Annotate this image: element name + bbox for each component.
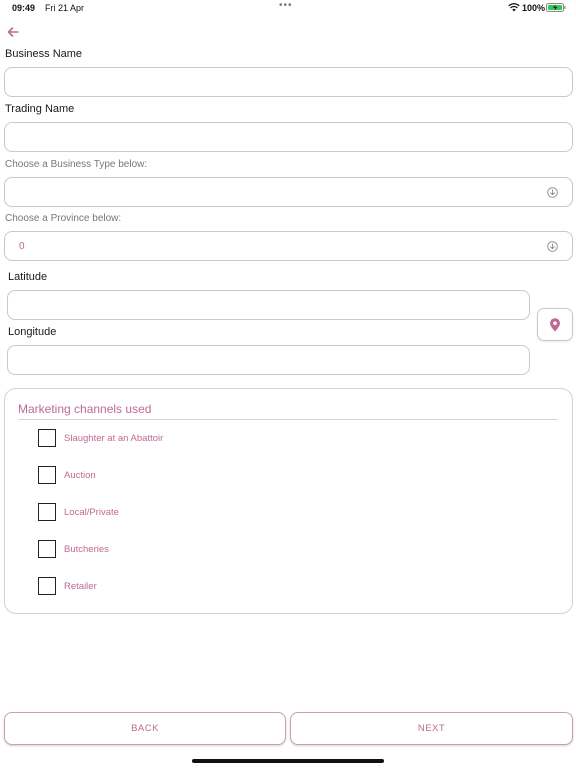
business-type-label: Choose a Business Type below: [5,159,148,170]
checkbox-label: Retailer [64,580,97,592]
latitude-input[interactable] [7,290,530,320]
battery-charging-icon [546,3,566,12]
chevron-down-circle-icon [547,240,558,252]
checkbox-row-auction[interactable]: Auction [38,466,96,484]
checkbox-label: Butcheries [64,543,109,555]
battery-percentage: 100% [522,3,546,13]
home-indicator[interactable] [192,759,384,763]
back-arrow-icon[interactable] [6,25,20,39]
checkbox-row-butcheries[interactable]: Butcheries [38,540,109,558]
status-date: Fri 21 Apr [45,3,85,13]
trading-name-input[interactable] [4,122,573,152]
business-type-select[interactable] [4,177,573,207]
checkbox-label: Slaughter at an Abattoir [64,432,164,444]
checkbox-label: Auction [64,469,96,481]
card-divider [18,419,558,420]
marketing-channels-title: Marketing channels used [18,402,152,416]
trading-name-label: Trading Name [5,103,75,115]
checkbox-row-local-private[interactable]: Local/Private [38,503,119,521]
longitude-input[interactable] [7,345,530,375]
multitasking-dots-icon[interactable]: ••• [279,0,293,11]
checkbox-row-abattoir[interactable]: Slaughter at an Abattoir [38,429,163,447]
business-name-input[interactable] [4,67,573,97]
checkbox[interactable] [38,429,56,447]
checkbox[interactable] [38,577,56,595]
province-value: 0 [19,240,25,252]
province-select[interactable]: 0 [4,231,573,261]
checkbox-row-retailer[interactable]: Retailer [38,577,97,595]
wifi-icon [508,3,520,12]
longitude-label: Longitude [8,326,57,338]
back-button[interactable]: BACK [4,712,286,745]
latitude-label: Latitude [8,271,48,283]
business-name-label: Business Name [5,48,83,60]
checkbox[interactable] [38,466,56,484]
checkbox-label: Local/Private [64,506,119,518]
map-pin-icon [550,317,560,331]
checkbox[interactable] [38,503,56,521]
status-time: 09:49 [12,3,36,13]
province-label: Choose a Province below: [5,213,122,224]
checkbox[interactable] [38,540,56,558]
next-button[interactable]: NEXT [290,712,573,745]
chevron-down-circle-icon [547,186,558,198]
get-location-button[interactable] [537,308,573,341]
